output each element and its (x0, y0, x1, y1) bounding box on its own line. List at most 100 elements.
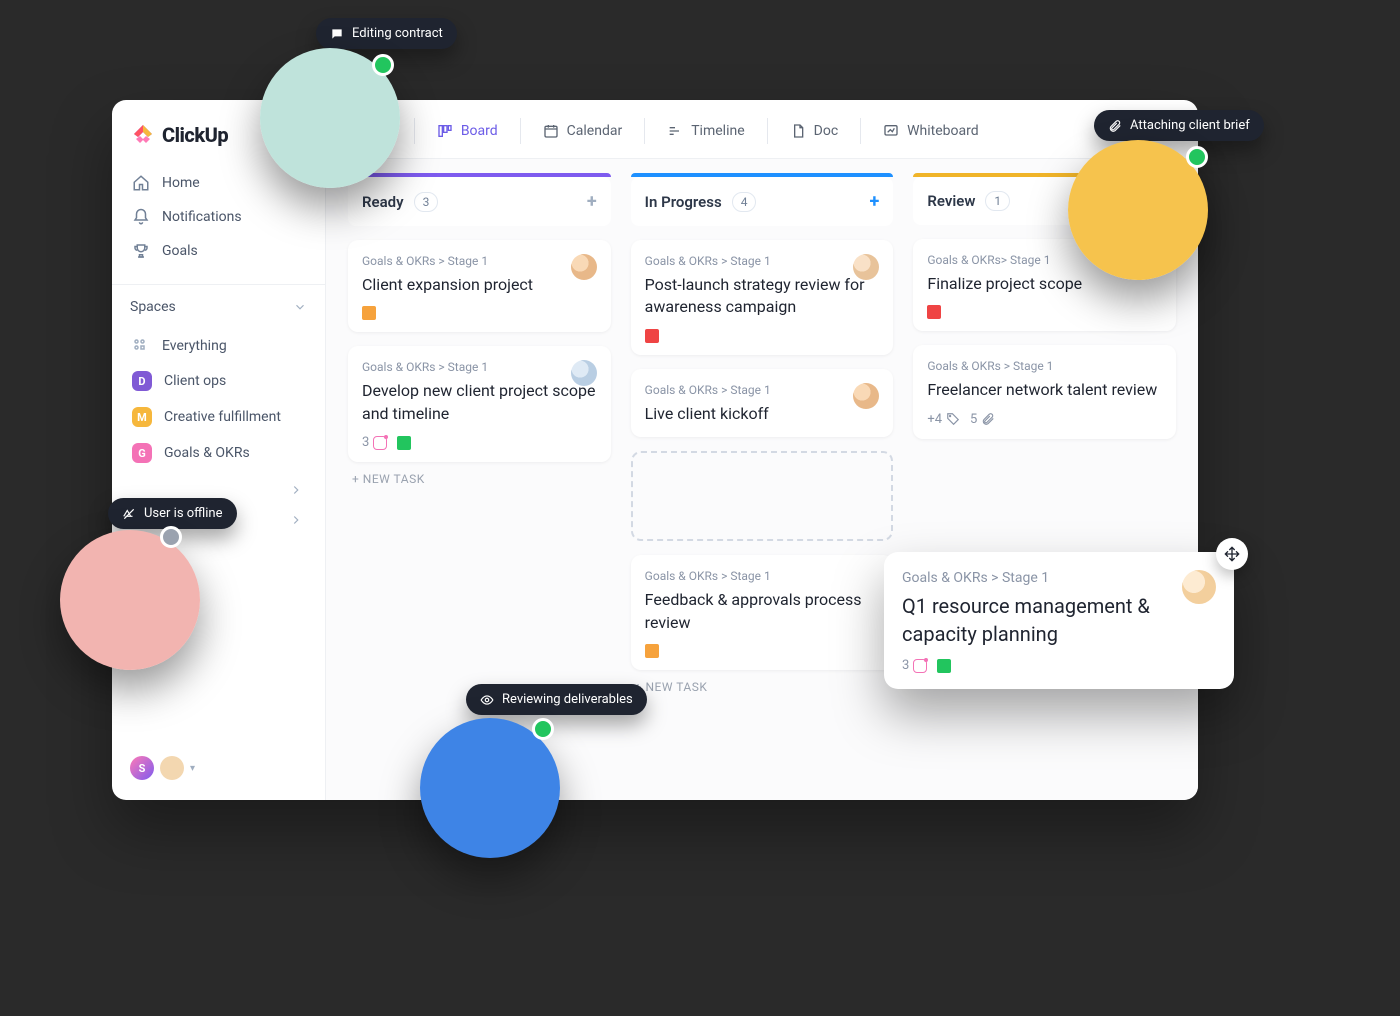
space-everything[interactable]: Everything (122, 329, 315, 363)
nav-label: Home (162, 175, 200, 191)
tab-label: Doc (814, 123, 839, 139)
tags-count[interactable]: +4 (927, 412, 960, 427)
avatar[interactable] (571, 360, 597, 386)
priority-flag-icon[interactable] (645, 644, 659, 658)
presence-label: Editing contract (352, 26, 443, 41)
new-task-button[interactable]: + NEW TASK (348, 472, 611, 486)
nav-goals[interactable]: Goals (122, 234, 315, 268)
card-breadcrumb: Goals & OKRs > Stage 1 (927, 359, 1162, 373)
divider (414, 118, 415, 144)
tab-timeline[interactable]: Timeline (667, 123, 744, 139)
priority-flag-icon[interactable] (937, 659, 951, 673)
tab-label: Calendar (567, 123, 623, 139)
presence-chip-editing: Editing contract (316, 18, 457, 49)
card-breadcrumb: Goals & OKRs > Stage 1 (645, 569, 880, 583)
app-window: ClickUp Home Notifications Goals Spaces (112, 100, 1198, 800)
avatar[interactable] (853, 383, 879, 409)
tab-calendar[interactable]: Calendar (543, 123, 623, 139)
nav-label: Goals (162, 243, 198, 259)
comment-icon (913, 659, 927, 673)
space-badge: G (132, 443, 152, 463)
card-post-launch[interactable]: Goals & OKRs > Stage 1 Post-launch strat… (631, 240, 894, 355)
sidebar: ClickUp Home Notifications Goals Spaces (112, 100, 326, 800)
brand-name: ClickUp (162, 123, 228, 147)
space-badge: M (132, 407, 152, 427)
card-feedback-approvals[interactable]: Goals & OKRs > Stage 1 Feedback & approv… (631, 555, 894, 670)
presence-label: Attaching client brief (1130, 118, 1250, 133)
space-creative-fulfillment[interactable]: M Creative fulfillment (122, 399, 315, 435)
brand-logo-icon (130, 122, 156, 148)
card-title: Client expansion project (362, 274, 597, 296)
spaces-list: Everything D Client ops M Creative fulfi… (112, 325, 325, 475)
tab-label: Whiteboard (907, 123, 979, 139)
card-title: Q1 resource management & capacity planni… (902, 592, 1216, 648)
space-client-ops[interactable]: D Client ops (122, 363, 315, 399)
tab-whiteboard[interactable]: Whiteboard (883, 123, 979, 139)
tag-icon (946, 412, 960, 426)
priority-flag-icon[interactable] (645, 329, 659, 343)
space-goals-okrs[interactable]: G Goals & OKRs (122, 435, 315, 471)
priority-flag-icon[interactable] (927, 305, 941, 319)
nav-notifications[interactable]: Notifications (122, 200, 315, 234)
attachments-count[interactable]: 5 (970, 412, 995, 427)
chevron-right-icon (289, 483, 303, 497)
presence-avatar-offline[interactable] (60, 530, 200, 670)
presence-avatar-editing[interactable] (260, 48, 400, 188)
card-title: Post-launch strategy review for awarenes… (645, 274, 880, 319)
comments-count[interactable]: 3 (902, 658, 927, 673)
chevron-down-icon (293, 300, 307, 314)
divider (520, 118, 521, 144)
divider (767, 118, 768, 144)
tab-label: Timeline (691, 123, 744, 139)
card-develop-scope[interactable]: Goals & OKRs > Stage 1 Develop new clien… (348, 346, 611, 462)
card-breadcrumb: Goals & OKRs > Stage 1 (362, 254, 597, 268)
board-icon (437, 123, 453, 139)
presence-avatar-reviewing[interactable] (420, 718, 560, 858)
dragging-card[interactable]: Goals & OKRs > Stage 1 Q1 resource manag… (884, 552, 1234, 689)
column-header[interactable]: In Progress 4 + (631, 177, 894, 226)
calendar-icon (543, 123, 559, 139)
avatar[interactable] (571, 254, 597, 280)
tab-doc[interactable]: Doc (790, 123, 839, 139)
presence-chip-reviewing: Reviewing deliverables (466, 684, 647, 715)
board-columns: Ready 3 + Goals & OKRs > Stage 1 Client … (326, 159, 1198, 800)
trophy-icon (132, 242, 150, 260)
drop-zone[interactable] (631, 451, 894, 541)
drag-handle[interactable] (1216, 538, 1248, 570)
comments-count[interactable]: 3 (362, 435, 387, 450)
comment-icon (373, 436, 387, 450)
card-freelancer-review[interactable]: Goals & OKRs > Stage 1 Freelancer networ… (913, 345, 1176, 438)
doc-icon (790, 123, 806, 139)
bell-icon (132, 208, 150, 226)
priority-flag-icon[interactable] (362, 306, 376, 320)
space-label: Goals & OKRs (164, 445, 250, 461)
add-card-button[interactable]: + (870, 191, 880, 212)
divider (860, 118, 861, 144)
column-name: Ready (362, 193, 404, 211)
timeline-icon (667, 123, 683, 139)
add-card-button[interactable]: + (587, 191, 597, 212)
presence-chip-attaching: Attaching client brief (1094, 110, 1264, 141)
paperclip-icon (981, 412, 995, 426)
card-client-expansion[interactable]: Goals & OKRs > Stage 1 Client expansion … (348, 240, 611, 332)
column-count: 4 (732, 192, 757, 212)
avatar (160, 756, 184, 780)
column-header[interactable]: Ready 3 + (348, 177, 611, 226)
card-breadcrumb: Goals & OKRs > Stage 1 (645, 254, 880, 268)
spaces-section[interactable]: Spaces (112, 284, 325, 325)
priority-flag-icon[interactable] (397, 436, 411, 450)
presence-chip-offline: User is offline (108, 498, 237, 529)
card-live-kickoff[interactable]: Goals & OKRs > Stage 1 Live client kicko… (631, 369, 894, 437)
space-label: Everything (162, 338, 227, 354)
presence-label: Reviewing deliverables (502, 692, 633, 707)
column-count: 1 (985, 191, 1010, 211)
divider (644, 118, 645, 144)
column-in-progress: In Progress 4 + Goals & OKRs > Stage 1 P… (631, 177, 894, 782)
column-count: 3 (414, 192, 439, 212)
presence-avatar-attaching[interactable] (1068, 140, 1208, 280)
new-task-button[interactable]: + NEW TASK (631, 680, 894, 694)
sidebar-users[interactable]: S ▾ (112, 746, 325, 790)
tab-board[interactable]: Board (437, 123, 498, 139)
paperclip-icon (1108, 119, 1122, 133)
avatar[interactable] (1182, 570, 1216, 604)
